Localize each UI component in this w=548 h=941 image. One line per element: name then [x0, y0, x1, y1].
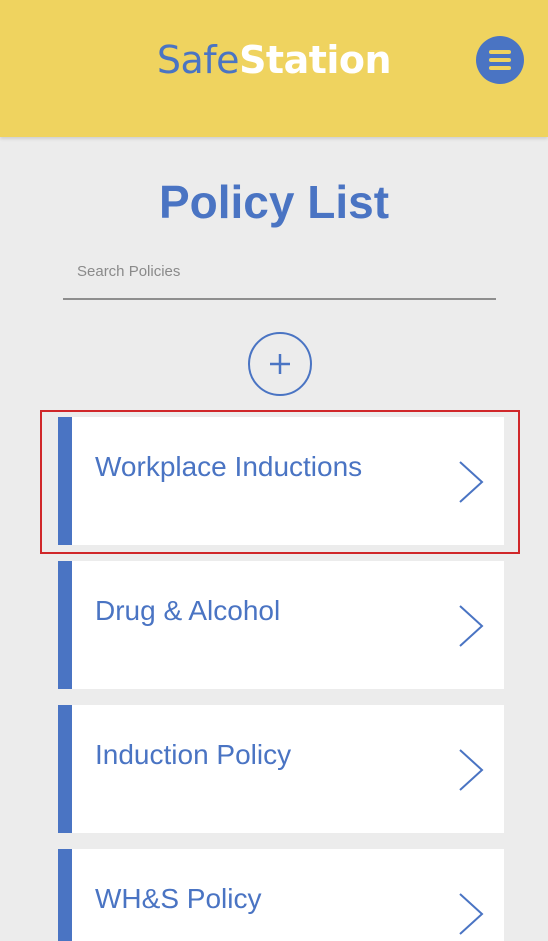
- chevron-right-icon: [459, 605, 484, 647]
- policy-card-induction-policy[interactable]: Induction Policy: [58, 705, 504, 833]
- hamburger-menu-icon-line: [489, 66, 511, 70]
- logo-safe-text: Safe: [156, 38, 240, 82]
- app-logo: SafeStation: [0, 36, 548, 84]
- card-accent-bar: [58, 705, 72, 833]
- add-policy-button[interactable]: [248, 332, 312, 396]
- card-accent-bar: [58, 417, 72, 545]
- card-accent-bar: [58, 849, 72, 941]
- chevron-right-icon: [459, 893, 484, 935]
- policy-card-whs-policy[interactable]: WH&S Policy: [58, 849, 504, 941]
- logo-station-text: Station: [239, 38, 392, 82]
- app-header: SafeStation: [0, 0, 548, 137]
- page-title: Policy List: [158, 176, 390, 228]
- policy-card-label: Workplace Inductions: [95, 451, 363, 482]
- search-input[interactable]: [63, 258, 496, 300]
- chevron-right-icon: [459, 461, 484, 503]
- policy-card-drug-alcohol[interactable]: Drug & Alcohol: [58, 561, 504, 689]
- policy-card-label: Induction Policy: [95, 739, 292, 770]
- plus-icon: [270, 354, 290, 374]
- chevron-right-icon: [459, 749, 484, 791]
- menu-button[interactable]: [476, 36, 524, 84]
- hamburger-menu-icon: [489, 50, 511, 54]
- policy-card-workplace-inductions[interactable]: Workplace Inductions: [58, 417, 504, 545]
- card-accent-bar: [58, 561, 72, 689]
- policy-card-label: Drug & Alcohol: [95, 595, 281, 626]
- policy-card-label: WH&S Policy: [95, 883, 262, 914]
- hamburger-menu-icon-line: [489, 58, 511, 62]
